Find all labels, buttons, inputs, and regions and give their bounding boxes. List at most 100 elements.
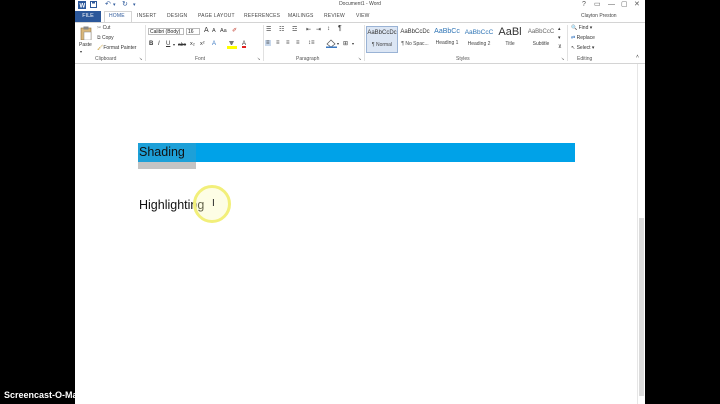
align-left-icon[interactable]: ≡: [265, 40, 271, 46]
style-normal[interactable]: AaBbCcDc ¶ Normal: [366, 26, 398, 53]
clear-formatting-icon[interactable]: ✐: [232, 27, 237, 34]
tab-view[interactable]: VIEW: [356, 13, 370, 19]
copy-label: Copy: [101, 35, 114, 41]
tab-page-layout[interactable]: PAGE LAYOUT: [198, 13, 235, 19]
style-name: ¶ No Spac...: [401, 41, 429, 47]
watermark: Screencast-O-Matic.com: [4, 390, 110, 400]
tab-references[interactable]: REFERENCES: [244, 13, 280, 19]
vertical-scrollbar[interactable]: [637, 64, 645, 404]
maximize-icon[interactable]: ▢: [621, 0, 628, 9]
subscript-button[interactable]: x₂: [190, 41, 195, 47]
style-name: Heading 2: [467, 41, 491, 47]
font-color-icon[interactable]: A: [242, 41, 246, 47]
styles-launcher-icon[interactable]: ↘: [561, 56, 564, 61]
tab-design[interactable]: DESIGN: [167, 13, 187, 19]
text-cursor-icon: I: [212, 198, 215, 209]
tab-file[interactable]: FILE: [75, 11, 101, 22]
align-right-icon[interactable]: ≡: [286, 40, 290, 46]
multilevel-list-icon[interactable]: ☲: [292, 26, 297, 33]
font-size-dropdown[interactable]: 16: [186, 28, 200, 35]
cut-icon: ✂: [97, 25, 102, 31]
document-title: Document1 - Word: [339, 1, 381, 7]
style-subtitle[interactable]: AaBbCcC Subtitle: [525, 26, 557, 53]
style-heading-2[interactable]: AaBbCcC Heading 2: [463, 26, 495, 53]
line-spacing-icon[interactable]: ↕≡: [308, 40, 315, 46]
close-icon[interactable]: ✕: [634, 0, 640, 9]
borders-icon[interactable]: ⊞: [343, 40, 348, 47]
copy-button[interactable]: ⧉ Copy: [97, 35, 114, 41]
styles-more-icon[interactable]: ⊻: [558, 44, 562, 50]
style-preview: AaBbCc: [434, 28, 460, 35]
ribbon-tabs: FILE HOME INSERT DESIGN PAGE LAYOUT REFE…: [75, 10, 645, 22]
minimize-icon[interactable]: —: [608, 0, 615, 9]
tab-insert[interactable]: INSERT: [137, 13, 156, 19]
ribbon-display-icon[interactable]: ▭: [594, 0, 601, 9]
clipboard-launcher-icon[interactable]: ↘: [139, 56, 142, 61]
underline-button[interactable]: U: [166, 41, 170, 47]
paragraph-label: Paragraph: [296, 56, 320, 62]
tab-review[interactable]: REVIEW: [324, 13, 345, 19]
italic-button[interactable]: I: [158, 41, 160, 47]
title-bar: W ↶ ▾ ↻ ▾ Document1 - Word ? ▭ — ▢ ✕: [75, 0, 645, 10]
font-launcher-icon[interactable]: ↘: [257, 56, 260, 61]
font-name-dropdown[interactable]: Calibri (Body): [148, 28, 184, 35]
style-preview: AaBl: [498, 26, 522, 38]
decrease-indent-icon[interactable]: ⇤: [306, 26, 311, 33]
help-icon[interactable]: ?: [582, 0, 586, 9]
superscript-button[interactable]: x²: [200, 41, 205, 47]
cut-button[interactable]: ✂ Cut: [97, 25, 110, 31]
find-button[interactable]: 🔍 Find ▾: [571, 25, 592, 31]
style-preview: AaBbCcC: [527, 29, 555, 35]
select-label: Select: [576, 45, 591, 51]
change-case-icon[interactable]: Aa: [220, 28, 227, 34]
bold-button[interactable]: B: [149, 41, 153, 47]
paste-icon[interactable]: [80, 26, 92, 42]
tab-home[interactable]: HOME: [109, 13, 125, 19]
styles-scroll-up-icon[interactable]: ▴: [558, 26, 561, 32]
paste-button[interactable]: Paste: [79, 42, 92, 48]
bullets-icon[interactable]: ☰: [266, 26, 271, 33]
shading-icon[interactable]: [326, 39, 337, 50]
document-page[interactable]: Shading Highlighting I: [75, 64, 637, 404]
shrink-font-icon[interactable]: A: [212, 28, 216, 34]
style-heading-1[interactable]: AaBbCc Heading 1: [431, 26, 463, 53]
style-preview: AaBbCcDc: [400, 29, 430, 35]
strikethrough-button[interactable]: abc: [178, 42, 186, 48]
replace-label: Replace: [576, 35, 595, 41]
font-label: Font: [195, 56, 206, 62]
cut-label: Cut: [102, 25, 111, 31]
user-name[interactable]: Clayton Preston: [581, 13, 617, 19]
highlight-color-icon[interactable]: [227, 40, 237, 51]
paste-dropdown-icon[interactable]: ▾: [80, 49, 82, 54]
align-center-icon[interactable]: ≡: [276, 40, 280, 46]
format-painter-label: Format Painter: [103, 45, 137, 51]
group-divider: [145, 25, 146, 61]
borders-dropdown-icon[interactable]: ▾: [352, 41, 354, 46]
tab-mailings[interactable]: MAILINGS: [288, 13, 314, 19]
paragraph-launcher-icon[interactable]: ↘: [358, 56, 361, 61]
justify-icon[interactable]: ≡: [296, 40, 300, 46]
show-formatting-icon[interactable]: ¶: [338, 25, 342, 32]
increase-indent-icon[interactable]: ⇥: [316, 26, 321, 33]
numbering-icon[interactable]: ☷: [279, 26, 284, 33]
style-name: Title: [505, 41, 515, 47]
style-title[interactable]: AaBl Title: [494, 26, 526, 53]
underline-dropdown-icon[interactable]: ▾: [173, 42, 175, 47]
text-effects-icon[interactable]: A: [212, 41, 216, 47]
style-name: Subtitle: [532, 41, 550, 47]
shading-dropdown-icon[interactable]: ▾: [337, 41, 339, 46]
sort-icon[interactable]: ↕: [327, 26, 330, 32]
scrollbar-thumb[interactable]: [639, 218, 644, 396]
format-painter-button[interactable]: 🖌Format Painter: [97, 45, 136, 51]
style-no-spacing[interactable]: AaBbCcDc ¶ No Spac...: [399, 26, 431, 53]
grow-font-icon[interactable]: A: [204, 27, 209, 34]
replace-button[interactable]: ⇄ Replace: [571, 35, 595, 41]
ribbon: Paste ▾ ✂ Cut ⧉ Copy 🖌Format Painter Cli…: [75, 22, 645, 64]
select-button[interactable]: ↖ Select ▾: [571, 45, 594, 51]
style-preview: AaBbCcC: [464, 29, 494, 36]
style-name: ¶ Normal: [371, 42, 393, 48]
styles-scroll-down-icon[interactable]: ▾: [558, 35, 561, 41]
collapse-ribbon-icon[interactable]: ˄: [636, 54, 639, 60]
shading-text[interactable]: Shading: [139, 144, 185, 160]
find-label: Find: [578, 25, 589, 31]
